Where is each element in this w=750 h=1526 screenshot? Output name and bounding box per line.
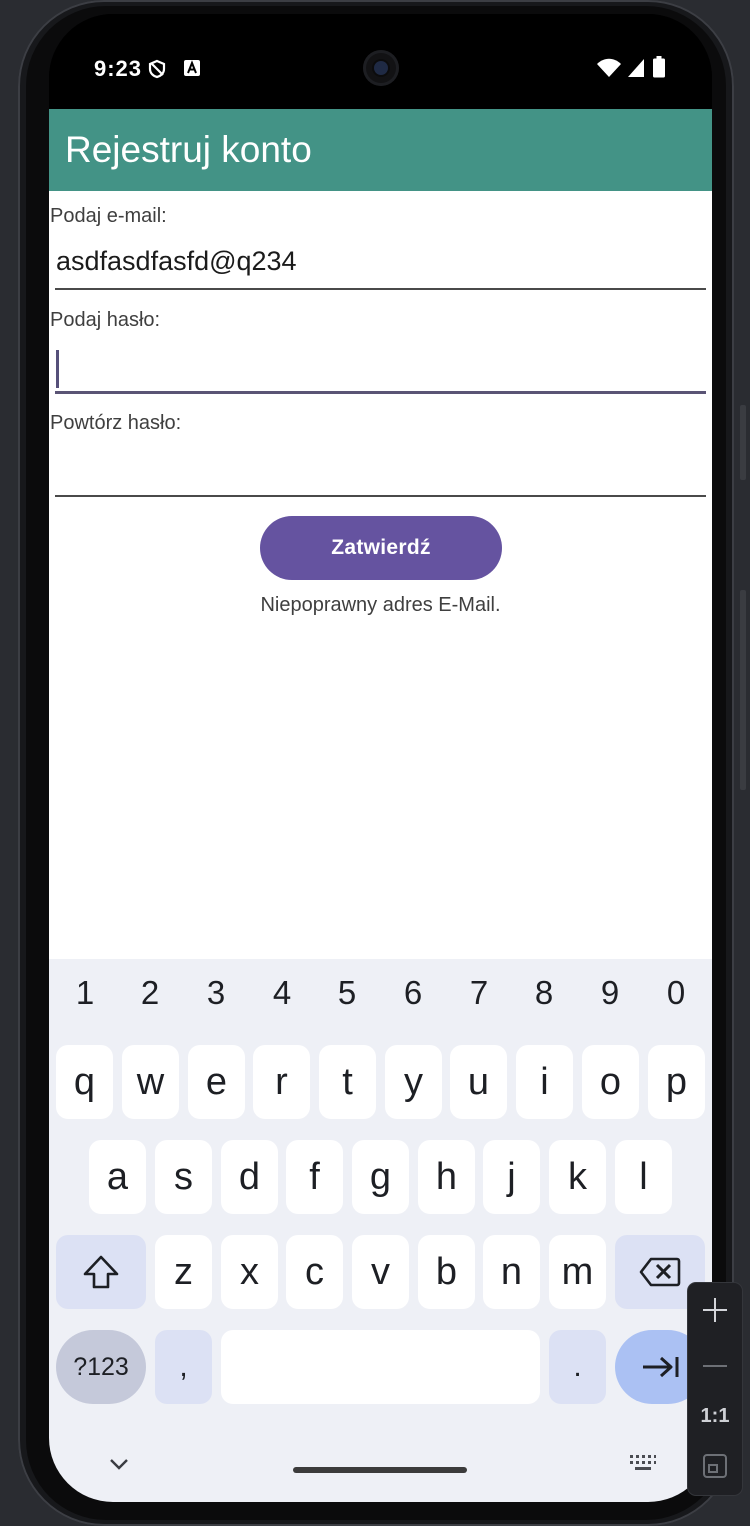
key-s[interactable]: s xyxy=(155,1140,212,1214)
key-h[interactable]: h xyxy=(418,1140,475,1214)
key-4[interactable]: 4 xyxy=(262,974,302,1012)
zoom-out-button[interactable] xyxy=(688,1347,742,1384)
submit-button[interactable]: Zatwierdź xyxy=(260,516,502,580)
repeat-password-label: Powtórz hasło: xyxy=(50,412,182,434)
key-5[interactable]: 5 xyxy=(327,974,367,1012)
shift-icon xyxy=(83,1255,119,1289)
error-message: Niepoprawny adres E-Mail. xyxy=(260,594,501,616)
key-l[interactable]: l xyxy=(615,1140,672,1214)
email-label: Podaj e-mail: xyxy=(50,205,167,227)
backspace-icon xyxy=(639,1257,681,1287)
registration-form: Podaj e-mail: Podaj hasło: Powtórz hasło… xyxy=(49,191,712,959)
soft-keyboard: 1 2 3 4 5 6 7 8 9 0 q w e r t y u i o p … xyxy=(49,959,712,1502)
app-bar: Rejestruj konto xyxy=(49,109,712,191)
front-camera xyxy=(363,50,399,86)
key-f[interactable]: f xyxy=(286,1140,343,1214)
space-key[interactable] xyxy=(221,1330,540,1404)
password-field[interactable] xyxy=(55,338,706,394)
shield-icon xyxy=(148,59,166,79)
text-cursor xyxy=(56,350,59,388)
key-u[interactable]: u xyxy=(450,1045,507,1119)
key-v[interactable]: v xyxy=(352,1235,409,1309)
key-b[interactable]: b xyxy=(418,1235,475,1309)
key-p[interactable]: p xyxy=(648,1045,705,1119)
signal-icon xyxy=(628,59,644,77)
key-9[interactable]: 9 xyxy=(590,974,630,1012)
fit-screen-icon xyxy=(703,1454,727,1478)
gesture-nav-handle[interactable] xyxy=(293,1467,467,1473)
key-m[interactable]: m xyxy=(549,1235,606,1309)
emulator-zoom-control: 1:1 xyxy=(688,1283,742,1495)
key-w[interactable]: w xyxy=(122,1045,179,1119)
key-o[interactable]: o xyxy=(582,1045,639,1119)
key-7[interactable]: 7 xyxy=(459,974,499,1012)
hide-keyboard-chevron-icon[interactable] xyxy=(109,1457,129,1471)
keyboard-indicator-icon xyxy=(184,60,200,76)
key-z[interactable]: z xyxy=(155,1235,212,1309)
key-d[interactable]: d xyxy=(221,1140,278,1214)
repeat-password-field[interactable] xyxy=(55,441,706,497)
key-y[interactable]: y xyxy=(385,1045,442,1119)
status-bar: 9:23 xyxy=(49,14,712,109)
next-arrow-icon xyxy=(643,1356,679,1378)
key-a[interactable]: a xyxy=(89,1140,146,1214)
page-title: Rejestruj konto xyxy=(65,129,312,170)
key-c[interactable]: c xyxy=(286,1235,343,1309)
key-q[interactable]: q xyxy=(56,1045,113,1119)
key-8[interactable]: 8 xyxy=(524,974,564,1012)
password-label: Podaj hasło: xyxy=(50,309,161,331)
key-6[interactable]: 6 xyxy=(393,974,433,1012)
zoom-in-button[interactable] xyxy=(688,1291,742,1332)
key-r[interactable]: r xyxy=(253,1045,310,1119)
period-key[interactable]: . xyxy=(549,1330,606,1404)
power-button xyxy=(740,405,746,480)
key-1[interactable]: 1 xyxy=(65,974,105,1012)
key-3[interactable]: 3 xyxy=(196,974,236,1012)
fit-screen-button[interactable] xyxy=(688,1453,742,1484)
keyboard-switch-icon[interactable] xyxy=(629,1454,657,1472)
key-2[interactable]: 2 xyxy=(130,974,170,1012)
wifi-icon xyxy=(597,58,621,77)
plus-icon xyxy=(703,1298,727,1322)
comma-key[interactable]: , xyxy=(155,1330,212,1404)
shift-key[interactable] xyxy=(56,1235,146,1309)
key-g[interactable]: g xyxy=(352,1140,409,1214)
key-k[interactable]: k xyxy=(549,1140,606,1214)
zoom-reset-button[interactable]: 1:1 xyxy=(688,1405,742,1428)
email-field[interactable] xyxy=(55,234,706,290)
volume-button xyxy=(740,590,746,790)
key-j[interactable]: j xyxy=(483,1140,540,1214)
key-t[interactable]: t xyxy=(319,1045,376,1119)
key-n[interactable]: n xyxy=(483,1235,540,1309)
minus-icon xyxy=(703,1365,727,1367)
key-0[interactable]: 0 xyxy=(656,974,696,1012)
key-e[interactable]: e xyxy=(188,1045,245,1119)
key-x[interactable]: x xyxy=(221,1235,278,1309)
status-time: 9:23 xyxy=(94,56,143,81)
symbols-key[interactable]: ?123 xyxy=(56,1330,146,1404)
battery-icon xyxy=(653,56,665,78)
key-i[interactable]: i xyxy=(516,1045,573,1119)
device-screen: 9:23 Rejestruj konto Podaj e-mail: Podaj… xyxy=(49,14,712,1502)
